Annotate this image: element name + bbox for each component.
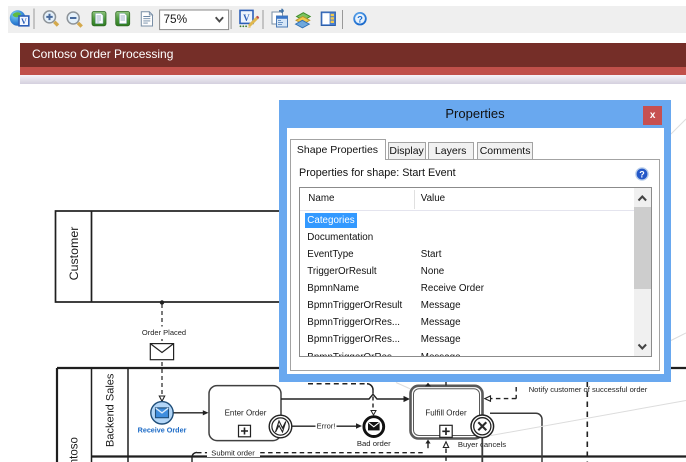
svg-text:Bad order: Bad order (357, 439, 391, 448)
svg-text:Backend Sales: Backend Sales (105, 373, 117, 447)
svg-text:Receive Order: Receive Order (138, 425, 187, 434)
svg-text:Submit order: Submit order (211, 449, 255, 458)
svg-text:Notify customer of successful: Notify customer of successful order (529, 385, 648, 394)
svg-text:Order Placed: Order Placed (142, 328, 186, 337)
svg-text:Enter Order: Enter Order (225, 408, 267, 417)
svg-text:?: ? (639, 169, 645, 179)
svg-text:Contoso: Contoso (69, 437, 81, 462)
svg-text:Fulfill Order: Fulfill Order (425, 409, 467, 418)
svg-text:Error!: Error! (317, 422, 336, 431)
svg-text:Customer: Customer (67, 227, 81, 281)
